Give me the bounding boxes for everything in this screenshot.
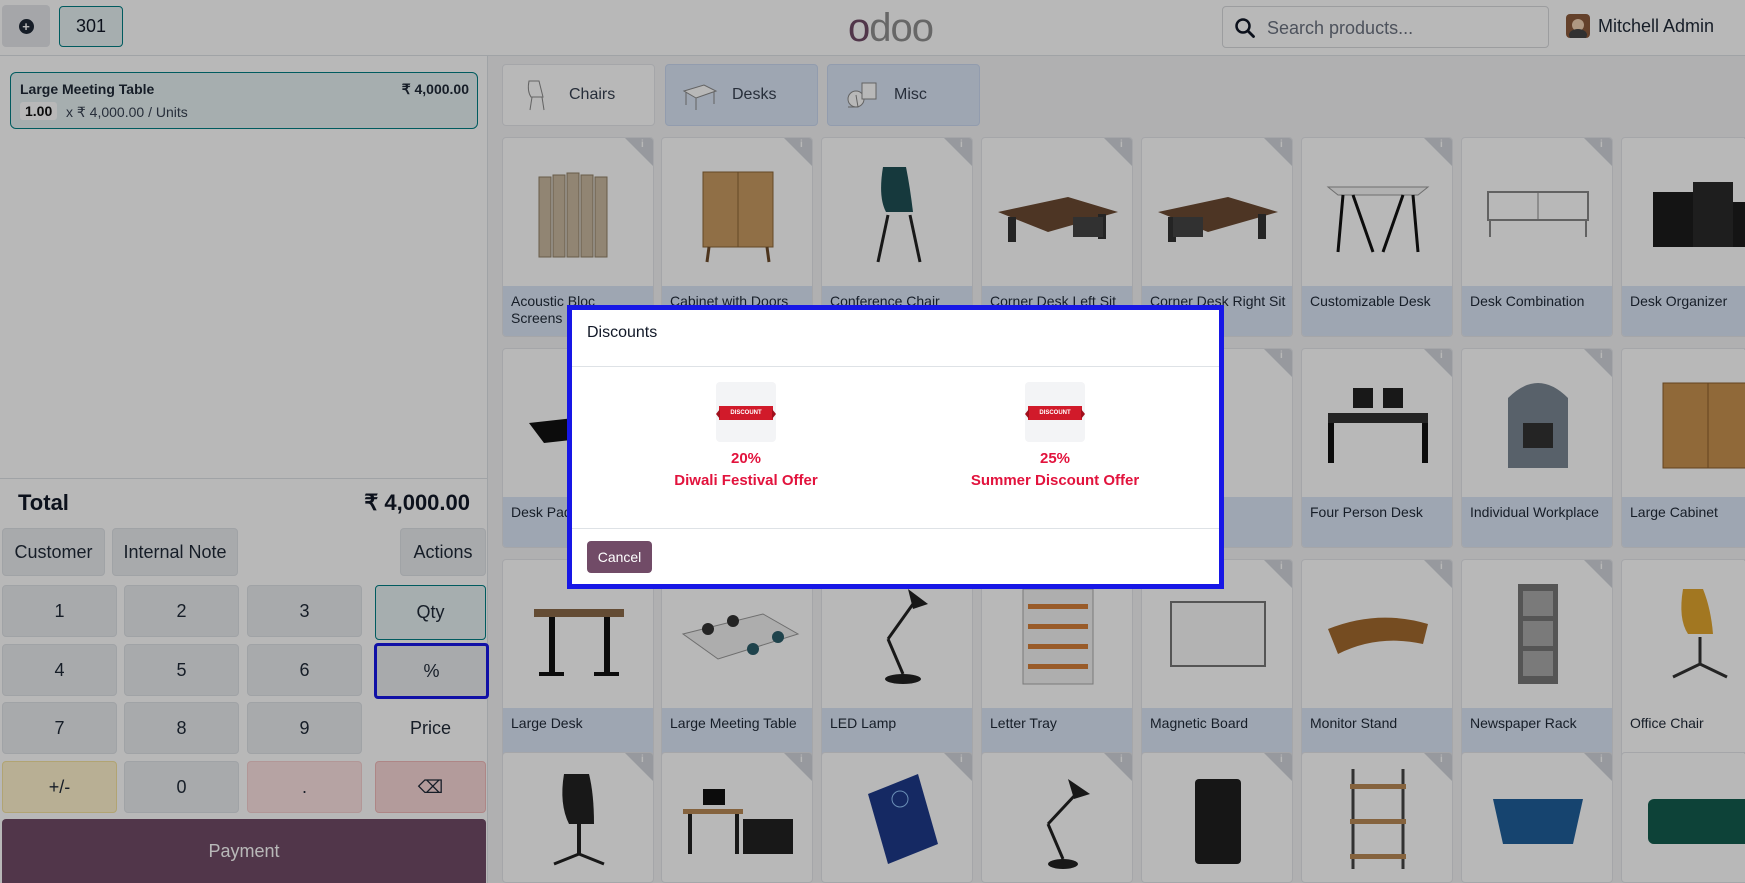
cancel-button[interactable]: Cancel <box>587 541 652 573</box>
offer-name: Diwali Festival Offer <box>674 472 818 489</box>
dialog-title: Discounts <box>587 324 658 341</box>
discount-badge-icon: DISCOUNT <box>716 382 776 442</box>
divider <box>572 366 1219 367</box>
offer-name: Summer Discount Offer <box>970 472 1140 489</box>
divider <box>572 528 1219 529</box>
offer-percent: 20% <box>730 450 762 467</box>
discounts-dialog: Discounts DISCOUNT 20% Diwali Festival O… <box>567 305 1224 589</box>
discount-offer-diwali[interactable]: DISCOUNT 20% Diwali Festival Offer <box>636 382 856 489</box>
discount-badge-icon: DISCOUNT <box>1025 382 1085 442</box>
offer-percent: 25% <box>1039 450 1071 467</box>
discount-offer-summer[interactable]: DISCOUNT 25% Summer Discount Offer <box>945 382 1165 489</box>
